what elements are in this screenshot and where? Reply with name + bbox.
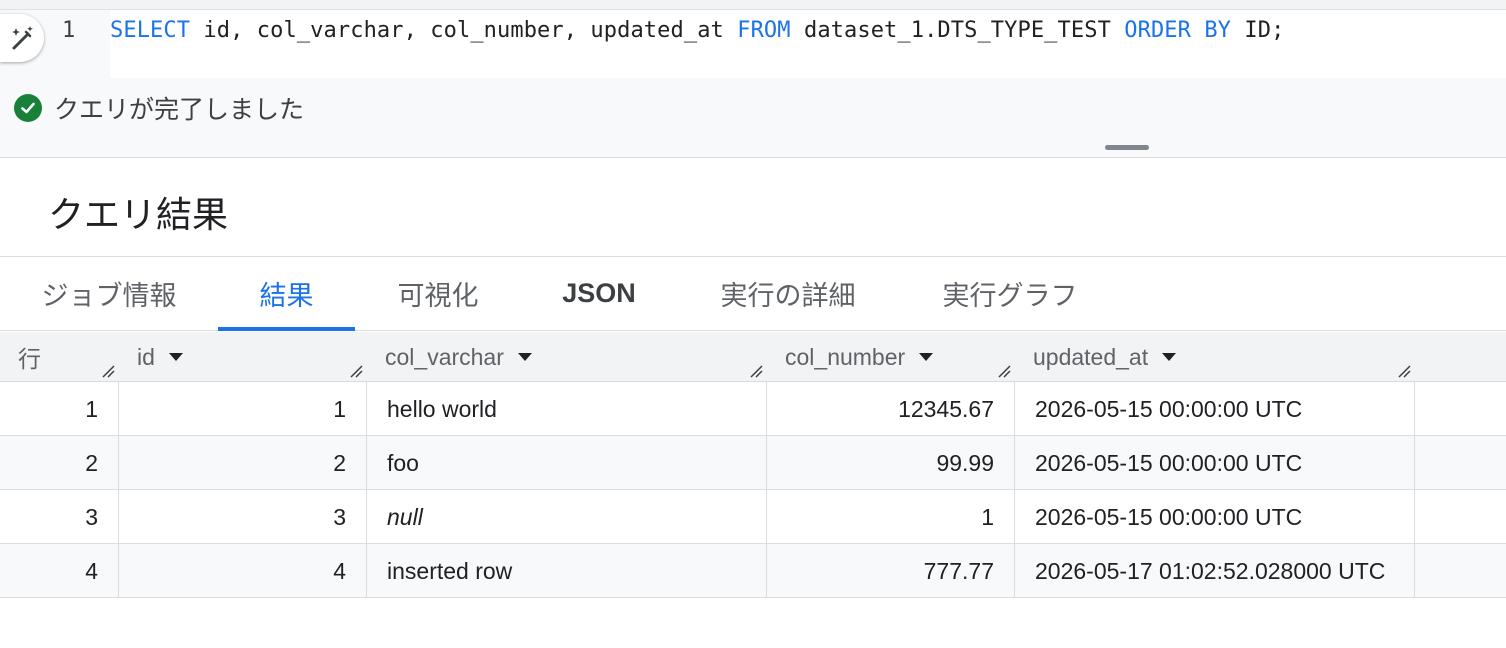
cell-col-varchar[interactable]: inserted row bbox=[367, 544, 767, 598]
query-status: クエリが完了しました bbox=[14, 90, 304, 126]
cell-col-number[interactable]: 1 bbox=[767, 490, 1015, 544]
column-resize-icon[interactable] bbox=[749, 364, 763, 378]
column-header-row[interactable]: 行 bbox=[0, 332, 119, 382]
cell-updated-at[interactable]: 2026-05-15 00:00:00 UTC bbox=[1015, 436, 1415, 490]
query-status-text: クエリが完了しました bbox=[54, 96, 305, 124]
sql-keyword-from: FROM bbox=[737, 18, 791, 43]
cell-updated-at[interactable]: 2026-05-15 00:00:00 UTC bbox=[1015, 382, 1415, 436]
tab-visualization[interactable]: 可視化 bbox=[355, 257, 521, 330]
arrow-drop-down-icon[interactable] bbox=[1162, 353, 1177, 361]
cell-spacer bbox=[1415, 436, 1506, 490]
sql-assist-button[interactable] bbox=[0, 14, 44, 62]
tab-results[interactable]: 結果 bbox=[218, 257, 355, 331]
tab-execution-graph[interactable]: 実行グラフ bbox=[899, 257, 1121, 330]
table-row[interactable]: 3 3 null 1 2026-05-15 00:00:00 UTC bbox=[0, 490, 1506, 544]
sql-tail: ID; bbox=[1231, 18, 1285, 43]
column-header-updated-at[interactable]: updated_at bbox=[1015, 332, 1415, 382]
column-header-label: id bbox=[137, 343, 155, 370]
results-tabs: ジョブ情報 結果 可視化 JSON 実行の詳細 実行グラフ bbox=[0, 257, 1506, 331]
sql-keyword-order-by: ORDER BY bbox=[1124, 18, 1232, 43]
tab-job-info[interactable]: ジョブ情報 bbox=[0, 257, 218, 330]
tab-execution-details[interactable]: 実行の詳細 bbox=[677, 257, 899, 330]
column-header-label: updated_at bbox=[1033, 343, 1149, 370]
column-header-label: col_number bbox=[785, 343, 906, 370]
sql-code-line[interactable]: SELECT id, col_varchar, col_number, upda… bbox=[110, 18, 1284, 43]
cell-col-varchar[interactable]: foo bbox=[367, 436, 767, 490]
panel-resize-handle[interactable] bbox=[1105, 145, 1149, 150]
sql-columns: id, col_varchar, col_number, updated_at bbox=[190, 18, 738, 43]
column-header-id[interactable]: id bbox=[119, 332, 367, 382]
cell-col-number[interactable]: 12345.67 bbox=[767, 382, 1015, 436]
cell-row-number: 4 bbox=[0, 544, 119, 598]
results-table: 行 id col_varchar col_number updated_at 1… bbox=[0, 332, 1506, 598]
table-row[interactable]: 1 1 hello world 12345.67 2026-05-15 00:0… bbox=[0, 382, 1506, 436]
arrow-drop-down-icon[interactable] bbox=[919, 353, 934, 361]
cell-spacer bbox=[1415, 382, 1506, 436]
check-circle-icon bbox=[14, 94, 42, 122]
column-header-label: 行 bbox=[18, 346, 41, 372]
column-resize-icon[interactable] bbox=[349, 364, 363, 378]
cell-row-number: 1 bbox=[0, 382, 119, 436]
column-header-col-varchar[interactable]: col_varchar bbox=[367, 332, 767, 382]
cell-spacer bbox=[1415, 490, 1506, 544]
column-header-col-number[interactable]: col_number bbox=[767, 332, 1015, 382]
table-row[interactable]: 2 2 foo 99.99 2026-05-15 00:00:00 UTC bbox=[0, 436, 1506, 490]
editor-top-border bbox=[0, 0, 1506, 10]
cell-col-number[interactable]: 777.77 bbox=[767, 544, 1015, 598]
arrow-drop-down-icon[interactable] bbox=[168, 353, 183, 361]
cell-updated-at[interactable]: 2026-05-17 01:02:52.028000 UTC bbox=[1015, 544, 1415, 598]
results-title: クエリ結果 bbox=[48, 194, 229, 235]
cell-id[interactable]: 4 bbox=[119, 544, 367, 598]
cell-row-number: 2 bbox=[0, 436, 119, 490]
cell-col-varchar[interactable]: hello world bbox=[367, 382, 767, 436]
arrow-drop-down-icon[interactable] bbox=[517, 353, 532, 361]
cell-id[interactable]: 3 bbox=[119, 490, 367, 544]
line-number: 1 bbox=[62, 18, 76, 43]
table-row[interactable]: 4 4 inserted row 777.77 2026-05-17 01:02… bbox=[0, 544, 1506, 598]
sql-table: dataset_1.DTS_TYPE_TEST bbox=[790, 18, 1125, 43]
cell-col-number[interactable]: 99.99 bbox=[767, 436, 1015, 490]
table-header-row: 行 id col_varchar col_number updated_at bbox=[0, 332, 1506, 382]
tab-json[interactable]: JSON bbox=[521, 257, 677, 330]
cell-id[interactable]: 1 bbox=[119, 382, 367, 436]
sql-keyword-select: SELECT bbox=[110, 18, 191, 43]
cell-spacer bbox=[1415, 544, 1506, 598]
cell-col-varchar-null[interactable]: null bbox=[367, 490, 767, 544]
column-resize-icon[interactable] bbox=[997, 364, 1011, 378]
cell-row-number: 3 bbox=[0, 490, 119, 544]
cell-updated-at[interactable]: 2026-05-15 00:00:00 UTC bbox=[1015, 490, 1415, 544]
sql-editor[interactable]: 1 SELECT id, col_varchar, col_number, up… bbox=[0, 0, 1506, 158]
column-header-spacer bbox=[1415, 332, 1506, 382]
cell-id[interactable]: 2 bbox=[119, 436, 367, 490]
sparkle-pen-icon bbox=[12, 26, 33, 50]
column-header-label: col_varchar bbox=[385, 343, 504, 370]
column-resize-icon[interactable] bbox=[101, 364, 115, 378]
column-resize-icon[interactable] bbox=[1397, 364, 1411, 378]
